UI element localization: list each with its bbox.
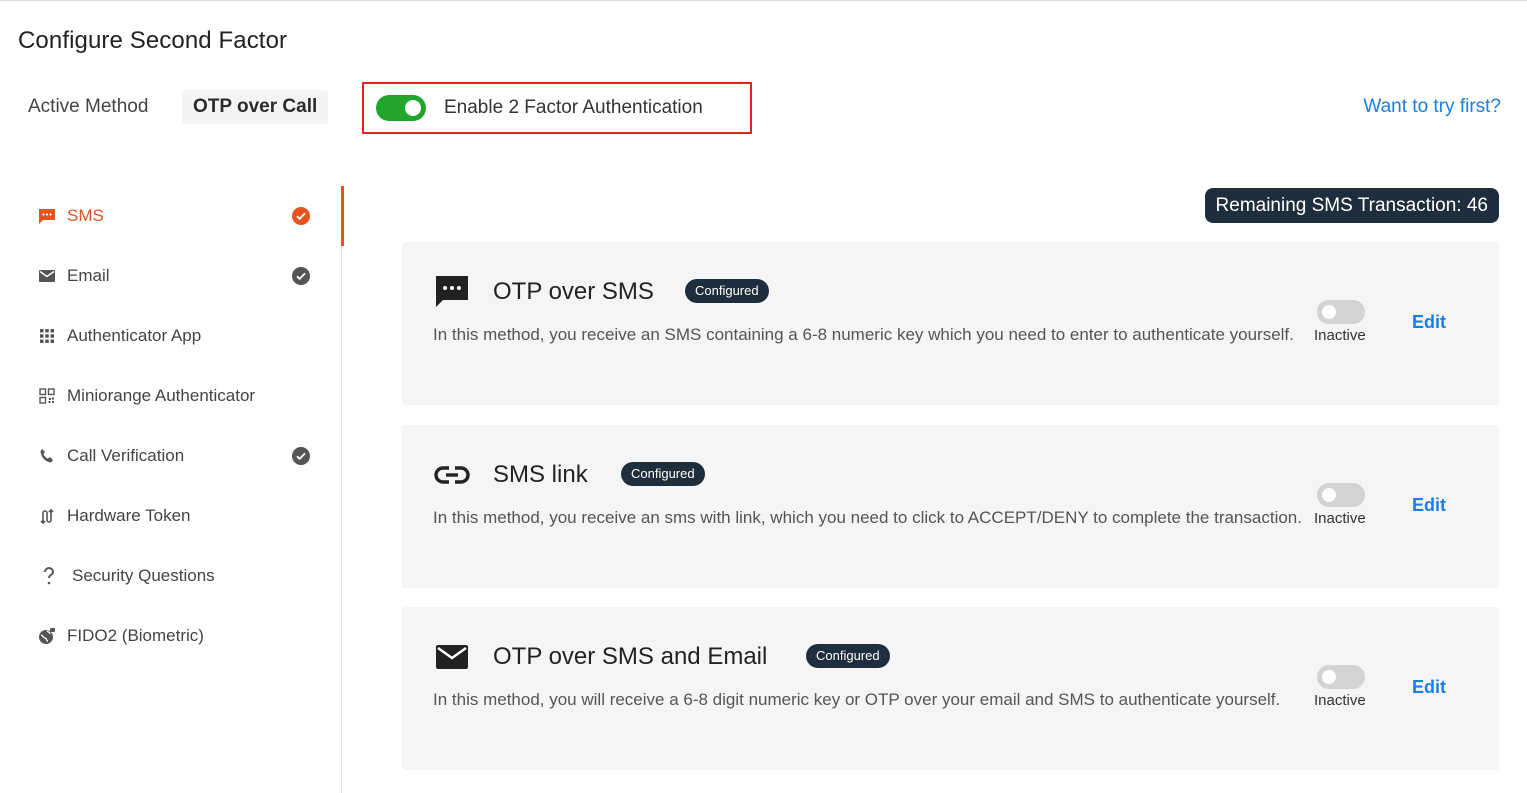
sidebar-item-hardware-token[interactable]: Hardware Token — [0, 486, 342, 546]
sidebar-item-label: Hardware Token — [67, 506, 191, 525]
question-icon — [40, 567, 58, 585]
enable-2fa-toggle[interactable] — [376, 95, 426, 121]
mail-icon — [38, 267, 56, 285]
page-title: Configure Second Factor — [18, 27, 288, 54]
method-description: In this method, you receive an sms with … — [433, 508, 1302, 527]
enable-2fa-control: Enable 2 Factor Authentication — [362, 82, 752, 134]
method-status-toggle[interactable] — [1317, 665, 1365, 689]
configured-check-icon — [292, 207, 310, 225]
sidebar-item-label: Email — [67, 266, 110, 285]
sidebar-item-sms[interactable]: SMS — [0, 186, 344, 246]
hardware-token-icon — [38, 507, 56, 525]
method-card-sms-link: SMS link Configured In this method, you … — [402, 425, 1499, 588]
edit-button[interactable]: Edit — [1412, 677, 1446, 698]
method-sidebar: SMS Email Authenticator App Miniorange A… — [0, 186, 344, 793]
qr-code-icon — [38, 387, 56, 405]
sidebar-item-call-verification[interactable]: Call Verification — [0, 426, 342, 486]
active-method-label: Active Method — [28, 96, 149, 117]
method-card-otp-over-sms: OTP over SMS Configured In this method, … — [402, 242, 1499, 405]
sidebar-item-authenticator-app[interactable]: Authenticator App — [0, 306, 342, 366]
edit-button[interactable]: Edit — [1412, 495, 1446, 516]
sidebar-item-label: SMS — [67, 206, 104, 225]
configured-badge: Configured — [806, 644, 890, 668]
method-title: SMS link — [493, 461, 588, 488]
want-to-try-link[interactable]: Want to try first? — [1363, 96, 1501, 118]
link-icon — [433, 456, 471, 494]
sms-icon — [433, 273, 471, 311]
method-status-label: Inactive — [1314, 510, 1366, 527]
method-description: In this method, you will receive a 6-8 d… — [433, 690, 1281, 709]
fingerprint-globe-icon — [38, 627, 56, 645]
edit-button[interactable]: Edit — [1412, 312, 1446, 333]
top-divider — [0, 0, 1527, 1]
method-card-otp-over-sms-and-email: OTP over SMS and Email Configured In thi… — [402, 607, 1499, 770]
method-status-toggle[interactable] — [1317, 300, 1365, 324]
sidebar-item-label: Miniorange Authenticator — [67, 386, 256, 405]
method-status-label: Inactive — [1314, 327, 1366, 344]
enable-2fa-label: Enable 2 Factor Authentication — [444, 97, 703, 118]
remaining-sms-badge: Remaining SMS Transaction: 46 — [1204, 188, 1499, 223]
active-method-value: OTP over Call — [182, 90, 329, 124]
configured-check-icon — [292, 267, 310, 285]
configured-badge: Configured — [621, 462, 705, 486]
sidebar-item-label: Authenticator App — [67, 326, 202, 345]
sms-icon — [38, 207, 56, 225]
mail-icon — [433, 638, 471, 676]
method-title: OTP over SMS — [493, 278, 654, 305]
sidebar-item-label: Security Questions — [72, 566, 215, 585]
configured-badge: Configured — [685, 279, 769, 303]
method-description: In this method, you receive an SMS conta… — [433, 325, 1294, 344]
phone-icon — [38, 447, 56, 465]
configured-check-icon — [292, 447, 310, 465]
grid-icon — [38, 327, 56, 345]
sidebar-item-fido2[interactable]: FIDO2 (Biometric) — [0, 606, 342, 666]
sidebar-item-miniorange-authenticator[interactable]: Miniorange Authenticator — [0, 366, 342, 426]
sidebar-item-security-questions[interactable]: Security Questions — [0, 546, 342, 606]
sidebar-item-email[interactable]: Email — [0, 246, 342, 306]
sidebar-item-label: FIDO2 (Biometric) — [67, 626, 204, 645]
method-title: OTP over SMS and Email — [493, 643, 768, 670]
method-status-toggle[interactable] — [1317, 483, 1365, 507]
method-status-label: Inactive — [1314, 692, 1366, 709]
sidebar-item-label: Call Verification — [67, 446, 185, 465]
